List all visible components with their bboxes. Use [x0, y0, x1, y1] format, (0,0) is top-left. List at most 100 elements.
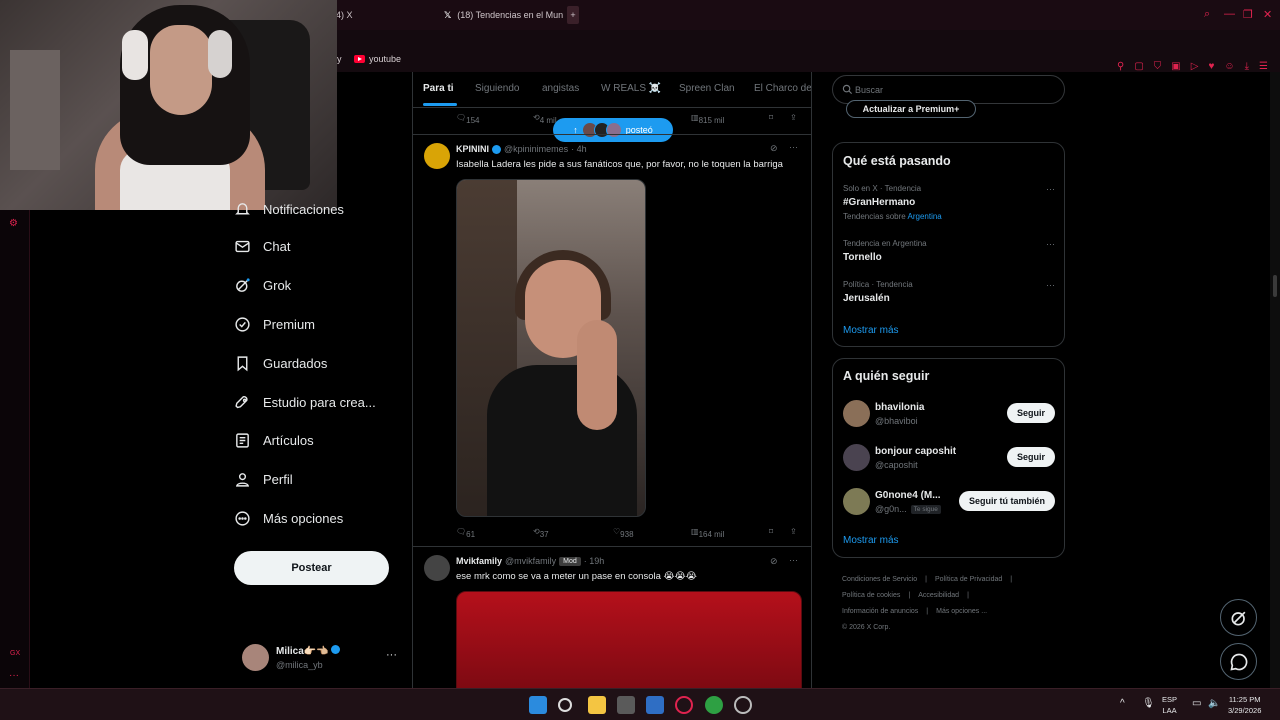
grok-icon[interactable]: ⊘ [770, 556, 778, 567]
trend-item[interactable]: Solo en X · Tendencia #GranHermano Tende… [843, 184, 1055, 221]
microphone-icon[interactable]: 🎙 [1142, 698, 1155, 709]
nav-item-creator-studio[interactable]: Estudio para crea... [234, 394, 376, 411]
outlook-icon[interactable] [646, 696, 664, 714]
volume-icon[interactable]: 🔈 [1208, 698, 1220, 709]
menu-icon[interactable]: ☰ [1259, 61, 1268, 72]
tweet-video[interactable] [456, 591, 802, 688]
follow-suggestion[interactable]: bonjour caposhit @caposhit Seguir [843, 444, 1055, 474]
upgrade-premium-button[interactable]: Actualizar a Premium+ [846, 100, 976, 118]
download-icon[interactable]: ⤓ [1245, 61, 1249, 72]
tab-spreen-clan[interactable]: Spreen Clan [679, 83, 735, 94]
nav-item-profile[interactable]: Perfil [234, 471, 293, 488]
tweet-time[interactable]: · 19h [584, 556, 605, 566]
tab-angistas[interactable]: angistas [542, 83, 579, 94]
reply-button[interactable]: 🗨 61 [456, 527, 475, 539]
footer-link[interactable]: Información de anuncios [842, 608, 918, 615]
tab-w-reals[interactable]: W REALS ☠️ [601, 83, 661, 94]
tweet-time[interactable]: · 4h [571, 144, 587, 154]
follow-button[interactable]: Seguir [1006, 447, 1055, 467]
more-icon[interactable]: ··· [1046, 184, 1055, 194]
restore-icon[interactable]: ❐ [1243, 8, 1253, 21]
chrome-icon[interactable] [705, 696, 723, 714]
share-icon[interactable]: ⇪ [790, 113, 797, 122]
gx-logo-icon[interactable]: GX [10, 650, 20, 657]
footer-link[interactable]: Accesibilidad [918, 592, 959, 599]
wallet-icon[interactable]: ▣ [1171, 61, 1180, 72]
new-posts-pill[interactable]: ↑ posteó [553, 118, 673, 142]
account-more-icon[interactable]: ··· [386, 649, 397, 661]
scrollbar[interactable] [1270, 72, 1280, 688]
repost-button[interactable]: ⟲ 37 [533, 527, 549, 539]
nav-item-more[interactable]: Más opciones [234, 510, 343, 527]
search-tabs-icon[interactable]: ⌕ [1204, 8, 1210, 21]
trend-item[interactable]: Política · Tendencia Jerusalén ··· [843, 280, 1055, 304]
tab-following[interactable]: Siguiendo [475, 83, 519, 94]
post-button[interactable]: Postear [234, 551, 389, 585]
footer-link[interactable]: Política de cookies [842, 592, 900, 599]
trend-sub-link[interactable]: Argentina [908, 212, 942, 221]
tweet-video[interactable] [456, 179, 646, 517]
follow-suggestion[interactable]: bhavilonia @bhaviboi Seguir [843, 400, 1055, 430]
follow-button[interactable]: Seguir [1006, 403, 1055, 423]
language-indicator[interactable]: ESP LAA [1162, 694, 1177, 716]
new-tab-button[interactable]: + [567, 6, 579, 24]
bookmark-youtube[interactable]: youtube [354, 54, 401, 64]
browser-tab-x[interactable]: 4) X [336, 6, 353, 24]
nav-item-bookmarks[interactable]: Guardados [234, 355, 327, 372]
nav-item-chat[interactable]: Chat [234, 238, 290, 255]
share-icon[interactable]: ⇪ [790, 527, 797, 536]
account-switcher[interactable]: Milica👉🏻👈🏼 @milica_yb ··· [242, 644, 402, 674]
nav-item-notifications[interactable]: Notificaciones [234, 201, 344, 218]
reply-button[interactable]: 🗨 154 [456, 113, 480, 125]
browser-tab-trends[interactable]: 𝕏 (18) Tendencias en el Mun [444, 6, 563, 24]
nav-item-grok[interactable]: Grok [234, 277, 291, 294]
pin-icon[interactable]: ⚲ [1117, 61, 1124, 72]
monitor-icon[interactable]: ▭ [1192, 698, 1201, 709]
grok-fab[interactable] [1220, 599, 1257, 636]
like-button[interactable]: ♡ 938 [613, 527, 634, 539]
settings-gear-icon[interactable]: ⚙ [9, 218, 18, 229]
bookmark-1[interactable]: y [337, 54, 342, 64]
messages-fab[interactable] [1220, 643, 1257, 680]
tab-el-charco[interactable]: El Charco de [754, 83, 811, 94]
show-more-trends-link[interactable]: Mostrar más [843, 325, 899, 336]
windows-start-icon[interactable] [529, 696, 547, 714]
more-icon[interactable]: ··· [9, 670, 19, 681]
tweet-author-handle[interactable]: @kpininimemes [504, 144, 568, 154]
chevron-up-icon[interactable]: ^ [1120, 698, 1125, 709]
scrollbar-thumb[interactable] [1273, 275, 1277, 297]
more-icon[interactable]: ··· [789, 142, 798, 152]
grok-icon[interactable]: ⊘ [770, 143, 778, 154]
repost-button[interactable]: ⟲ 4 mil [533, 113, 557, 125]
follow-back-button[interactable]: Seguir tú también [958, 491, 1055, 511]
screenshot-icon[interactable]: ▢ [1134, 61, 1143, 72]
tweet-author-name[interactable]: KPININI [456, 144, 489, 154]
show-more-follow-link[interactable]: Mostrar más [843, 535, 899, 546]
footer-link[interactable]: Política de Privacidad [935, 576, 1002, 583]
more-icon[interactable]: ··· [789, 555, 798, 565]
bookmark-icon[interactable]: ⌑ [769, 113, 773, 122]
close-icon[interactable]: ✕ [1263, 8, 1272, 21]
views-button[interactable]: ▥ 815 mil [691, 113, 724, 125]
play-icon[interactable]: ▷ [1191, 61, 1199, 72]
footer-link[interactable]: Más opciones ... [936, 608, 987, 615]
nav-item-articles[interactable]: Artículos [234, 432, 314, 449]
more-icon[interactable]: ··· [1046, 280, 1055, 290]
search-input[interactable]: Buscar [855, 85, 883, 95]
opera-gx-icon[interactable] [675, 696, 693, 714]
follow-suggestion[interactable]: G0none4 (M... @g0n... Te sigue Seguir tú … [843, 488, 1055, 518]
bookmark-icon[interactable]: ⌑ [769, 527, 773, 536]
profile-icon[interactable]: ☺ [1224, 61, 1234, 72]
tab-for-you[interactable]: Para ti [423, 83, 454, 94]
shield-icon[interactable]: ⛉ [1154, 61, 1162, 72]
settings-icon[interactable] [734, 696, 752, 714]
file-explorer-icon[interactable] [588, 696, 606, 714]
trend-item[interactable]: Tendencia en Argentina Tornello ··· [843, 239, 1055, 263]
nav-item-premium[interactable]: Premium [234, 316, 315, 333]
tweet-author-name[interactable]: Mvikfamily [456, 556, 502, 566]
clock[interactable]: 11:25 PM 3/29/2026 [1228, 694, 1261, 716]
tweet-author-handle[interactable]: @mvikfamily [505, 556, 556, 566]
more-icon[interactable]: ··· [1046, 239, 1055, 249]
views-button[interactable]: ▥ 164 mil [691, 527, 724, 539]
minimize-icon[interactable]: — [1224, 8, 1235, 20]
